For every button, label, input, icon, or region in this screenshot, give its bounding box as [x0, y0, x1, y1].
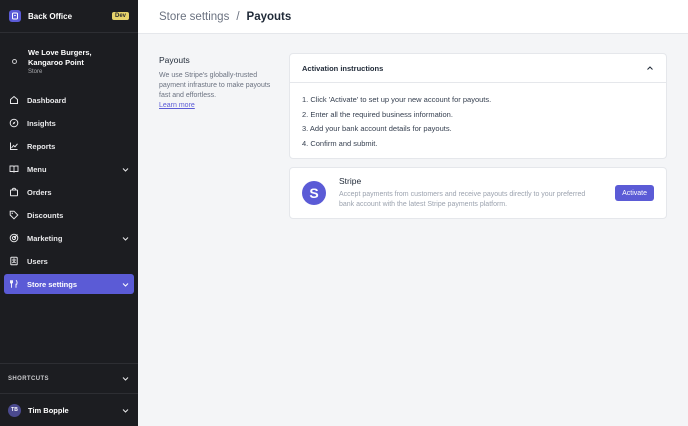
stripe-name: Stripe: [339, 176, 362, 186]
shortcuts-section[interactable]: SHORTCUTS: [0, 363, 138, 393]
nav-item-orders[interactable]: Orders: [4, 182, 134, 202]
chevron-down-icon: [122, 377, 129, 381]
env-badge: Dev: [111, 12, 129, 20]
nav-label: Orders: [27, 187, 52, 197]
activation-instructions-card: Activation instructions 1. Click 'Activa…: [289, 53, 667, 159]
payouts-intro: Payouts We use Stripe's globally-trusted…: [159, 55, 277, 111]
shopping-bag-icon: [10, 187, 18, 197]
chevron-down-icon: [122, 408, 129, 413]
nav-item-menu[interactable]: Menu: [4, 159, 134, 179]
book-open-icon: [9, 165, 19, 173]
list-item: 4. Confirm and submit.: [302, 138, 378, 148]
chevron-down-icon: [122, 282, 129, 287]
stripe-card: S Stripe Accept payments from customers …: [289, 167, 667, 219]
nav-label: Marketing: [27, 233, 63, 243]
nav-label: Reports: [27, 141, 56, 151]
target-icon: [9, 233, 19, 243]
nav-item-marketing[interactable]: Marketing: [4, 228, 134, 248]
nav-label: Menu: [27, 164, 47, 174]
nav-label: Insights: [27, 118, 56, 128]
nav-label: Users: [27, 256, 48, 266]
store-name-line1: We Love Burgers,: [28, 47, 92, 57]
tag-icon: [9, 210, 19, 220]
stripe-description: Accept payments from customers and recei…: [339, 191, 586, 208]
user-menu[interactable]: TB Tim Bopple: [0, 393, 138, 426]
list-item: 1. Click 'Activate' to set up your new a…: [302, 95, 492, 104]
app-title: Back Office: [28, 11, 73, 21]
avatar: TB: [8, 403, 21, 417]
brand-header: Back Office Dev: [0, 0, 138, 33]
shortcuts-label: SHORTCUTS: [8, 375, 49, 382]
page-title: Payouts: [246, 10, 292, 23]
list-item: 3. Add your bank account details for pay…: [302, 124, 452, 133]
description-text: We use Stripe's globally-trusted payment…: [159, 72, 271, 99]
store-name-line2: Kangaroo Point: [28, 57, 84, 67]
home-icon: [10, 95, 18, 104]
breadcrumb-separator: /: [236, 10, 240, 23]
nav-item-store-settings[interactable]: Store settings: [4, 274, 134, 294]
nav-label: Store settings: [27, 279, 78, 289]
chevron-down-icon: [122, 167, 129, 172]
store-selector[interactable]: We Love Burgers, Kangaroo Point Store: [0, 33, 138, 79]
chevron-up-icon[interactable]: [646, 64, 654, 72]
back-office-logo-icon: [9, 10, 21, 22]
list-item: 2. Enter all the required business infor…: [302, 109, 453, 119]
learn-more-link[interactable]: Learn more: [159, 102, 195, 109]
main-content: Payouts We use Stripe's globally-trusted…: [138, 34, 688, 426]
settings-tool-icon: [10, 279, 18, 288]
chevron-down-icon: [122, 236, 129, 241]
instructions-header[interactable]: Activation instructions: [290, 54, 666, 83]
nav-label: Discounts: [27, 210, 64, 220]
activate-button[interactable]: Activate: [615, 185, 654, 201]
page-header: Store settings / Payouts: [138, 0, 688, 34]
chart-line-icon: [10, 142, 18, 150]
nav-item-reports[interactable]: Reports: [4, 136, 134, 156]
user-name: Tim Bopple: [28, 405, 69, 415]
section-title: Payouts: [159, 55, 190, 65]
id-card-icon: [10, 256, 18, 266]
sidebar: Back Office Dev We Love Burgers, Kangaro…: [0, 0, 138, 426]
nav-item-insights[interactable]: Insights: [4, 113, 134, 133]
nav-label: Dashboard: [27, 95, 67, 105]
instructions-title: Activation instructions: [302, 63, 384, 73]
breadcrumb-parent[interactable]: Store settings: [159, 11, 229, 23]
stripe-logo-icon: S: [302, 181, 326, 205]
nav-item-dashboard[interactable]: Dashboard: [4, 90, 134, 110]
section-description: We use Stripe's globally-trusted payment…: [159, 71, 277, 111]
nav-item-discounts[interactable]: Discounts: [4, 205, 134, 225]
nav-item-users[interactable]: Users: [4, 251, 134, 271]
store-type: Store: [28, 68, 43, 75]
main-nav: Dashboard Insights Reports Menu Orders D…: [4, 90, 134, 297]
store-status-icon: [12, 58, 17, 64]
stripe-info: Stripe Accept payments from customers an…: [339, 176, 607, 210]
compass-icon: [9, 118, 19, 128]
instruction-steps: 1. Click 'Activate' to set up your new a…: [290, 83, 666, 161]
